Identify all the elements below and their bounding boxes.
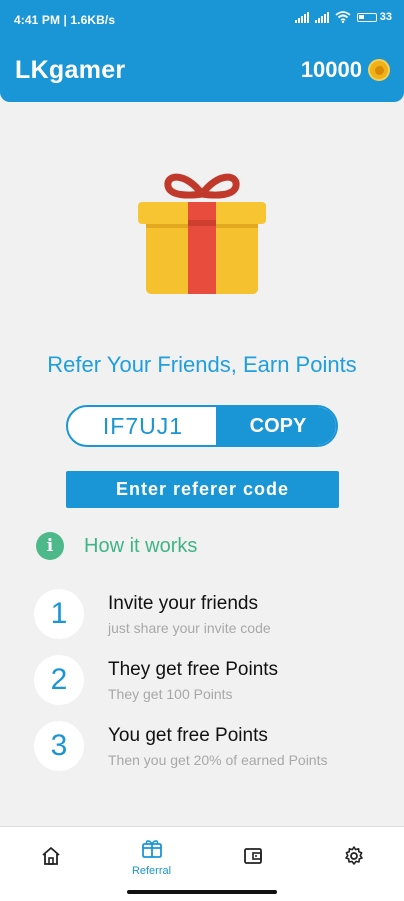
coin-icon <box>368 59 390 81</box>
step-item: 1 Invite your friends just share your in… <box>34 589 384 639</box>
step-subtitle: Then you get 20% of earned Points <box>108 752 328 768</box>
status-bar: 4:41 PM | 1.6KB/s 33 <box>0 0 404 40</box>
wifi-icon <box>335 11 351 23</box>
step-title: Invite your friends <box>108 593 258 614</box>
battery-indicator: 33 <box>356 11 392 23</box>
points-value: 10000 <box>300 57 362 82</box>
signal-icon <box>294 11 309 23</box>
gift-icon <box>138 173 266 294</box>
how-it-works-label: How it works <box>84 534 198 557</box>
referral-code: IF7UJ1 <box>102 413 184 439</box>
status-icons: 33 <box>294 11 392 23</box>
referral-headline: Refer Your Friends, Earn Points <box>47 352 357 377</box>
step-subtitle: They get 100 Points <box>108 686 233 702</box>
app-bar: LKgamer 10000 <box>0 40 404 102</box>
referral-icon <box>141 840 162 858</box>
signal-icon <box>314 11 329 23</box>
nav-home[interactable] <box>0 827 101 901</box>
step-number: 3 <box>34 721 84 771</box>
status-time: 4:41 PM | 1.6KB/s <box>14 13 116 27</box>
step-item: 3 You get free Points Then you get 20% o… <box>34 721 384 771</box>
info-icon: i <box>36 532 64 560</box>
points-balance[interactable]: 10000 <box>301 57 390 83</box>
settings-icon <box>344 846 363 865</box>
enter-referer-code-button[interactable]: Enter referer code <box>66 471 339 508</box>
referral-code-box: IF7UJ1 COPY <box>66 405 338 447</box>
step-subtitle: just share your invite code <box>108 620 271 636</box>
app-title: LKgamer <box>15 56 126 84</box>
how-it-works-header: i How it works <box>36 532 197 560</box>
wallet-icon <box>243 848 262 864</box>
copy-button[interactable]: COPY <box>216 407 336 445</box>
home-indicator[interactable] <box>127 890 277 894</box>
step-title: You get free Points <box>108 725 268 746</box>
nav-referral-label: Referral <box>131 865 172 877</box>
battery-percent: 33 <box>379 11 392 23</box>
step-title: They get free Points <box>108 659 279 680</box>
battery-icon <box>356 12 377 22</box>
step-number: 1 <box>34 589 84 639</box>
step-number: 2 <box>34 655 84 705</box>
home-icon <box>41 847 60 865</box>
nav-settings[interactable] <box>303 827 404 901</box>
step-item: 2 They get free Points They get 100 Poin… <box>34 655 384 705</box>
